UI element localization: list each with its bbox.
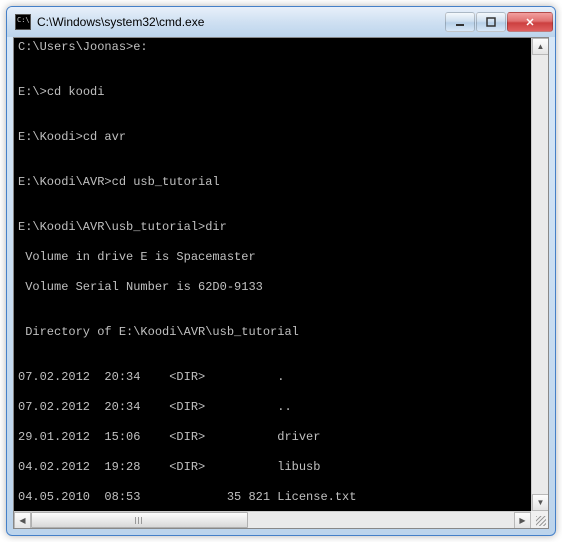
cmd-icon	[15, 14, 31, 30]
command: cd koodi	[47, 85, 105, 99]
minimize-button[interactable]	[445, 12, 475, 32]
dir-entry: 07.02.2012 20:34 <DIR> ..	[18, 400, 527, 415]
output-line: Volume Serial Number is 62D0-9133	[18, 280, 527, 295]
resize-grip[interactable]	[531, 511, 548, 528]
scroll-down-button[interactable]: ▼	[532, 494, 548, 511]
titlebar[interactable]: C:\Windows\system32\cmd.exe	[7, 7, 555, 37]
output-line: Directory of E:\Koodi\AVR\usb_tutorial	[18, 325, 527, 340]
dir-entry: 04.02.2012 19:28 <DIR> libusb	[18, 460, 527, 475]
command: cd avr	[83, 130, 126, 144]
scroll-right-button[interactable]: ▶	[514, 512, 531, 529]
terminal-output[interactable]: C:\Users\Joonas>e: E:\>cd koodi E:\Koodi…	[14, 38, 531, 511]
prompt: E:\Koodi\AVR>	[18, 175, 112, 189]
window-title: C:\Windows\system32\cmd.exe	[37, 15, 445, 29]
prompt: E:\Koodi>	[18, 130, 83, 144]
output-line: Volume in drive E is Spacemaster	[18, 250, 527, 265]
prompt: E:\>	[18, 85, 47, 99]
close-button[interactable]	[507, 12, 553, 32]
scroll-up-button[interactable]: ▲	[532, 38, 548, 55]
dir-entry: 04.05.2010 08:53 35 821 License.txt	[18, 490, 527, 505]
command: cd usb_tutorial	[112, 175, 220, 189]
dir-entry: 29.01.2012 15:06 <DIR> driver	[18, 430, 527, 445]
vscroll-track[interactable]	[532, 55, 548, 494]
hscroll-thumb[interactable]	[31, 512, 248, 528]
vertical-scrollbar[interactable]: ▲ ▼	[531, 38, 548, 511]
cmd-window: C:\Windows\system32\cmd.exe C:\Users\Joo…	[6, 6, 556, 536]
dir-entry: 07.02.2012 20:34 <DIR> .	[18, 370, 527, 385]
prompt: E:\Koodi\AVR\usb_tutorial>	[18, 220, 205, 234]
command: dir	[205, 220, 227, 234]
command: e:	[133, 40, 147, 54]
client-area: C:\Users\Joonas>e: E:\>cd koodi E:\Koodi…	[13, 37, 549, 529]
scroll-left-button[interactable]: ◀	[14, 512, 31, 529]
hscroll-track[interactable]	[31, 512, 514, 528]
horizontal-scrollbar[interactable]: ◀ ▶	[14, 511, 531, 528]
maximize-button[interactable]	[476, 12, 506, 32]
window-controls	[445, 12, 553, 32]
prompt: C:\Users\Joonas>	[18, 40, 133, 54]
